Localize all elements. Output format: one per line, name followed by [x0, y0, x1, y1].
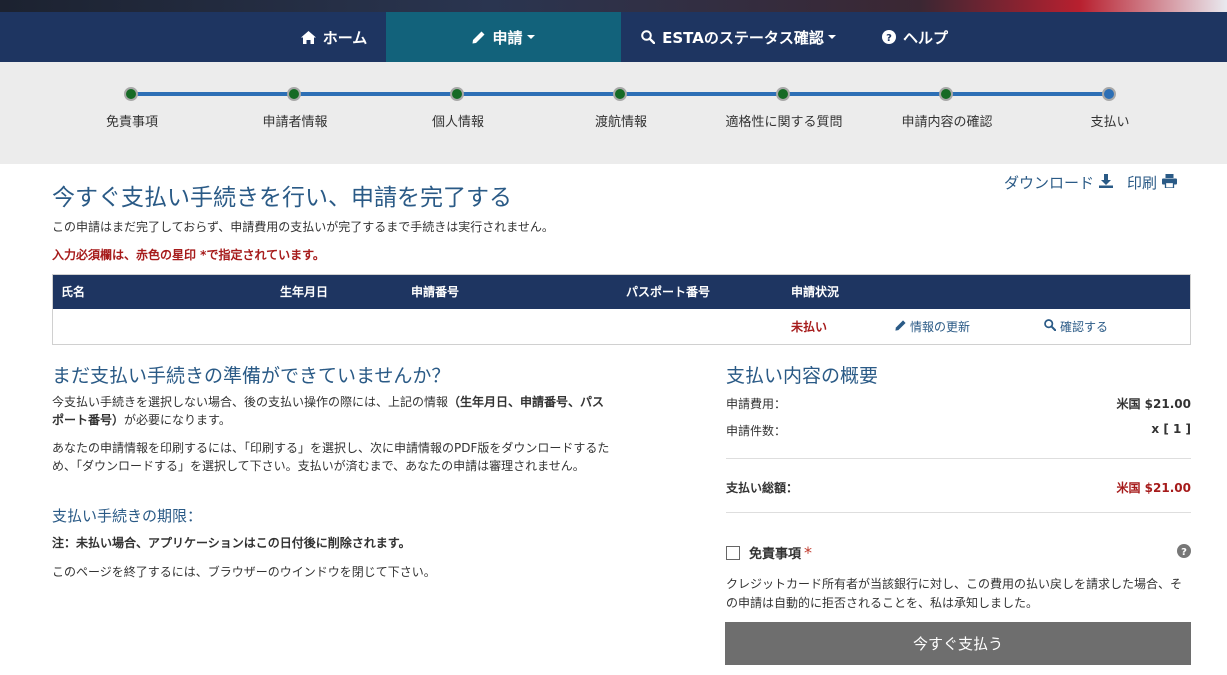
- nav-help-label: ヘルプ: [902, 28, 948, 47]
- step-dot-completed: [613, 87, 627, 101]
- total-row: 支払い総額： 米国 $21.00: [726, 479, 1191, 496]
- intro-text: この申請はまだ完了しておらず、申請費用の支払いが完了するまで手続きは実行されませ…: [52, 220, 554, 234]
- step-dot-completed: [776, 87, 790, 101]
- svg-text:?: ?: [886, 33, 892, 44]
- fee-row: 申請費用： 米国 $21.00: [726, 395, 1191, 412]
- disclaimer-text: クレジットカード所有者が当該銀行に対し、この費用の払い戻しを請求した場合、その申…: [726, 577, 1183, 610]
- required-star: *: [804, 543, 813, 562]
- required-fields-note: 入力必須欄は、赤色の星印 *で指定されています。: [52, 248, 325, 262]
- download-label: ダウンロード: [1003, 174, 1094, 192]
- top-banner-image: [0, 0, 1227, 12]
- table-row: 未払い 情報の更新 確認する: [53, 309, 1190, 345]
- close-window-note: このページを終了するには、ブラウザーのウインドウを閉じて下さい。: [52, 565, 436, 579]
- total-value: 米国 $21.00: [1116, 481, 1192, 495]
- progress-tracker: 免責事項 申請者情報 個人情報 渡航情報 適格性に関する質問 申請内容の確認 支…: [0, 62, 1227, 164]
- search-icon: [641, 30, 656, 44]
- svg-text:?: ?: [1181, 547, 1187, 558]
- not-ready-heading: まだ支払い手続きの準備ができていませんか？: [52, 365, 451, 387]
- check-link[interactable]: 確認する: [1044, 309, 1108, 345]
- nav-apply-label: 申請: [492, 28, 523, 47]
- disclaimer-checkbox-row: 免責事項 * ?: [726, 543, 1191, 562]
- not-ready-paragraph: 今支払い手続きを選択しない場合、後の支払い操作の際には、上記の情報（生年月日、申…: [52, 393, 612, 429]
- download-link[interactable]: ダウンロード: [1004, 172, 1113, 193]
- summary-divider: [726, 512, 1191, 513]
- print-label: 印刷: [1126, 174, 1157, 192]
- pay-now-button[interactable]: 今すぐ支払う: [725, 622, 1191, 665]
- nav-help[interactable]: ? ヘルプ: [856, 12, 974, 62]
- fee-value: 米国 $21.00: [1116, 397, 1192, 411]
- col-passport-number: パスポート番号: [626, 285, 711, 299]
- page-title: 今すぐ支払い手続きを行い、申請を完了する: [52, 185, 512, 211]
- update-info-link[interactable]: 情報の更新: [895, 309, 970, 345]
- caret-down-icon: [827, 35, 836, 39]
- step-dot-current: [1102, 87, 1116, 101]
- summary-divider: [726, 458, 1191, 459]
- deletion-note: 注：未払い場合、アプリケーションはこの日付後に削除されます。: [52, 536, 411, 550]
- step-label-review: 申請内容の確認: [901, 115, 993, 130]
- not-ready-text-c: が必要になります。: [124, 413, 231, 427]
- total-label: 支払い総額：: [726, 481, 799, 495]
- step-label-personal: 個人情報: [431, 115, 484, 130]
- nav-home[interactable]: ホーム: [282, 12, 386, 62]
- payment-deadline-label: 支払い手続きの期限：: [52, 507, 203, 525]
- help-icon[interactable]: ?: [1177, 543, 1191, 562]
- step-dot-completed: [287, 87, 301, 101]
- status-unpaid: 未払い: [791, 320, 828, 334]
- col-birthdate: 生年月日: [280, 285, 329, 299]
- step-label-applicant: 申請者情報: [262, 115, 328, 130]
- disclaimer-checkbox[interactable]: [726, 545, 740, 560]
- step-dot-completed: [939, 87, 953, 101]
- disclaimer-label[interactable]: 免責事項: [749, 543, 801, 562]
- payment-summary-heading: 支払い内容の概要: [726, 365, 879, 387]
- not-ready-text-a: 今支払い手続きを選択しない場合、後の支払い操作の際には、上記の情報: [52, 395, 449, 409]
- download-icon: [1098, 173, 1113, 192]
- count-label: 申請件数：: [726, 424, 787, 438]
- pencil-icon: [895, 309, 906, 345]
- col-status: 申請状況: [791, 285, 840, 299]
- step-label-disclaimer: 免責事項: [105, 115, 158, 130]
- nav-home-label: ホーム: [322, 28, 368, 47]
- question-circle-icon: ?: [881, 30, 896, 44]
- applicant-table: 氏名 生年月日 申請番号 パスポート番号 申請状況 未払い 情報の更新 確認する: [52, 274, 1191, 345]
- search-icon: [1044, 309, 1057, 345]
- step-dot-completed: [124, 87, 138, 101]
- count-row: 申請件数： x [ 1 ]: [726, 422, 1191, 439]
- count-value: x [ 1 ]: [1151, 422, 1191, 436]
- step-label-payment: 支払い: [1090, 115, 1130, 130]
- print-icon: [1162, 173, 1177, 192]
- step-label-eligibility: 適格性に関する質問: [725, 115, 843, 130]
- caret-down-icon: [526, 35, 535, 39]
- step-dot-completed: [450, 87, 464, 101]
- col-name: 氏名: [61, 285, 86, 299]
- print-instructions: あなたの申請情報を印刷するには、「印刷する」を選択し、次に申請情報のPDF版をダ…: [52, 441, 610, 473]
- nav-status-label: ESTAのステータス確認: [662, 28, 824, 47]
- nav-apply[interactable]: 申請: [386, 12, 621, 62]
- pencil-icon: [472, 31, 485, 44]
- step-label-travel: 渡航情報: [594, 115, 647, 130]
- nav-status[interactable]: ESTAのステータス確認: [621, 12, 856, 62]
- table-header: 氏名 生年月日 申請番号 パスポート番号 申請状況: [53, 275, 1190, 309]
- check-label: 確認する: [1060, 320, 1109, 334]
- main-navbar: ホーム 申請 ESTAのステータス確認 ? ヘルプ: [0, 12, 1227, 62]
- home-icon: [300, 30, 316, 44]
- page-tools: ダウンロード 印刷: [1004, 172, 1177, 193]
- fee-label: 申請費用：: [726, 397, 787, 411]
- print-link[interactable]: 印刷: [1127, 172, 1177, 193]
- update-info-label: 情報の更新: [910, 320, 971, 334]
- col-application-number: 申請番号: [411, 285, 460, 299]
